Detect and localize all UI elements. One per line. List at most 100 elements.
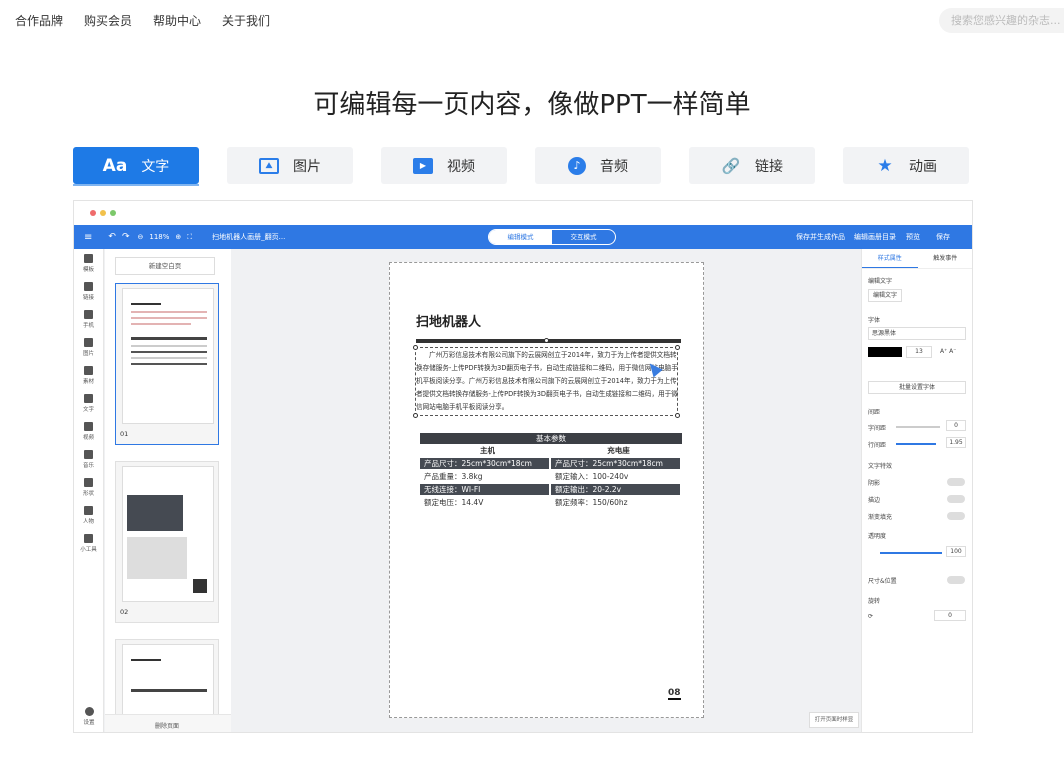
tab-video[interactable]: ▶ 视频 <box>381 147 507 184</box>
minimize-dot <box>100 210 106 216</box>
line-spacing-slider[interactable] <box>896 443 936 445</box>
mode-edit-button[interactable]: 编辑模式 <box>489 230 552 244</box>
tab-audio[interactable]: ♪ 音频 <box>535 147 661 184</box>
rail-label: 视频 <box>82 434 94 441</box>
nav-link-membership[interactable]: 购买会员 <box>84 12 132 29</box>
music-icon <box>84 449 93 459</box>
tab-style[interactable]: 样式属性 <box>862 249 918 268</box>
fit-icon[interactable]: ⛶ <box>187 233 192 242</box>
thumb-paper <box>122 288 214 424</box>
star-icon: ★ <box>877 155 893 176</box>
font-select[interactable]: 思源黑体 <box>868 327 966 340</box>
page-list-footer: 删除页面 <box>105 714 231 732</box>
video-icon <box>84 421 93 431</box>
stroke-label: 描边 <box>868 497 881 504</box>
rail-text[interactable]: 文字 <box>74 389 103 417</box>
catalog-button[interactable]: 编辑画册目录 <box>854 232 896 242</box>
properties-panel: 样式属性 触发事件 编辑文字 编辑文字 字体 思源黑体 13 A⁺ A⁻ 批量设… <box>861 249 973 732</box>
heart-icon <box>84 477 93 487</box>
rail-material[interactable]: 素材 <box>74 361 103 389</box>
rail-person[interactable]: 人物 <box>74 501 103 529</box>
nav-link-help[interactable]: 帮助中心 <box>153 12 201 29</box>
qr-code-icon <box>193 579 207 593</box>
edit-text-button[interactable]: 编辑文字 <box>868 289 902 302</box>
rail-link[interactable]: 链接 <box>74 277 103 305</box>
table-cell: 额定输入：100-240v <box>555 472 629 481</box>
opacity-label: 透明度 <box>868 533 887 540</box>
tab-image[interactable]: ⛰ 图片 <box>227 147 353 184</box>
rail-label: 链接 <box>82 294 94 301</box>
rail-settings[interactable]: 设置 <box>74 702 104 730</box>
preview-button[interactable]: 预览 <box>906 232 920 242</box>
mode-switch: 编辑模式 交互模式 <box>488 229 616 245</box>
zoom-in-icon[interactable]: ⊕ <box>175 233 181 241</box>
delete-page-button[interactable]: 删除页面 <box>155 721 179 730</box>
table-row: 产品重量：3.8kg 额定输入：100-240v <box>420 470 682 483</box>
document-name: 扫地机器人画册_翻页... <box>212 233 286 241</box>
rail-tools[interactable]: 小工具 <box>74 529 103 557</box>
batch-font-button[interactable]: 批量设置字体 <box>868 381 966 394</box>
line-spacing-value[interactable]: 1.95 <box>946 437 966 448</box>
rail-phone[interactable]: 手机 <box>74 305 103 333</box>
menu-icon[interactable]: ≡ <box>84 232 92 243</box>
thumb-block <box>127 495 183 531</box>
rail-template[interactable]: 模板 <box>74 249 103 277</box>
thumb-line <box>131 323 191 325</box>
doc-page-number: 08 <box>668 688 681 700</box>
rail-shape[interactable]: 形状 <box>74 473 103 501</box>
thumb-line <box>131 337 207 340</box>
table-row: 产品尺寸：25cm*30cm*18cm 产品尺寸：25cm*30cm*18cm <box>420 457 682 470</box>
shadow-toggle[interactable] <box>947 478 965 486</box>
nav-link-about[interactable]: 关于我们 <box>222 12 270 29</box>
size-position-toggle[interactable] <box>947 576 965 584</box>
font-size-select[interactable]: 13 <box>906 346 932 358</box>
redo-icon[interactable]: ↷ <box>122 232 130 242</box>
doc-title[interactable]: 扫地机器人 <box>416 311 481 330</box>
table-row: 额定电压：14.4V 额定频率：150/60hz <box>420 496 682 509</box>
rail-music[interactable]: 音乐 <box>74 445 103 473</box>
table-row: 主机 充电座 <box>420 444 682 457</box>
rail-video[interactable]: 视频 <box>74 417 103 445</box>
doc-body-text[interactable]: 广州万彩信息技术有限公司旗下的云展网创立于2014年，致力于为上传者提供文档转换… <box>416 349 678 414</box>
stroke-toggle[interactable] <box>947 495 965 503</box>
tab-events[interactable]: 触发事件 <box>918 249 973 268</box>
tab-animation[interactable]: ★ 动画 <box>843 147 969 184</box>
editor-preview: ≡ ↶ ↷ ⊖ 118% ⊕ ⛶ 扫地机器人画册_翻页... 编辑模式 交互模式… <box>73 200 973 733</box>
opacity-slider[interactable] <box>880 552 942 554</box>
page-open-effect-button[interactable]: 打开页面时样显 <box>809 712 859 728</box>
material-icon <box>84 365 93 375</box>
spec-col-dock: 充电座 <box>607 446 630 455</box>
font-color-swatch[interactable] <box>868 347 902 357</box>
zoom-out-icon[interactable]: ⊖ <box>137 233 143 241</box>
editor-toolbar: ≡ ↶ ↷ ⊖ 118% ⊕ ⛶ 扫地机器人画册_翻页... 编辑模式 交互模式… <box>74 225 972 249</box>
rail-image[interactable]: 图片 <box>74 333 103 361</box>
thumb-paper <box>122 644 214 724</box>
opacity-value[interactable]: 100 <box>946 546 966 557</box>
rotate-handle[interactable] <box>544 338 549 343</box>
generate-button[interactable]: 保存并生成作品 <box>796 232 845 242</box>
undo-icon[interactable]: ↶ <box>108 232 116 242</box>
gradient-toggle[interactable] <box>947 512 965 520</box>
char-spacing-slider[interactable] <box>896 426 940 428</box>
page-thumb-1[interactable]: 01 <box>115 283 219 445</box>
page-thumb-2[interactable]: 02 <box>115 461 219 623</box>
search-input[interactable]: 搜索您感兴趣的杂志... <box>939 8 1064 33</box>
mode-interact-button[interactable]: 交互模式 <box>552 230 615 244</box>
page-thumb-3[interactable] <box>115 639 219 724</box>
char-spacing-value[interactable]: 0 <box>946 420 966 431</box>
page-number: 02 <box>120 608 129 616</box>
spec-table-title: 基本参数 <box>420 433 682 444</box>
font-grow-icon[interactable]: A⁺ A⁻ <box>940 348 956 355</box>
phone-icon <box>84 309 93 319</box>
maximize-dot <box>110 210 116 216</box>
nav-link-brands[interactable]: 合作品牌 <box>15 12 63 29</box>
rotate-value[interactable]: 0 <box>934 610 966 621</box>
new-page-button[interactable]: 新建空白页 <box>115 257 215 275</box>
person-icon <box>84 505 93 515</box>
page-canvas: 扫地机器人 广州万彩信息技术有限公司旗下的云展网创立于2014年，致力于为上传者… <box>389 262 704 718</box>
rail-label: 人物 <box>82 518 94 525</box>
tab-text[interactable]: Aa 文字 <box>73 147 199 186</box>
tab-link[interactable]: 🔗 链接 <box>689 147 815 184</box>
save-button[interactable]: 保存 <box>936 232 950 242</box>
panel-tabs: 样式属性 触发事件 <box>862 249 973 269</box>
